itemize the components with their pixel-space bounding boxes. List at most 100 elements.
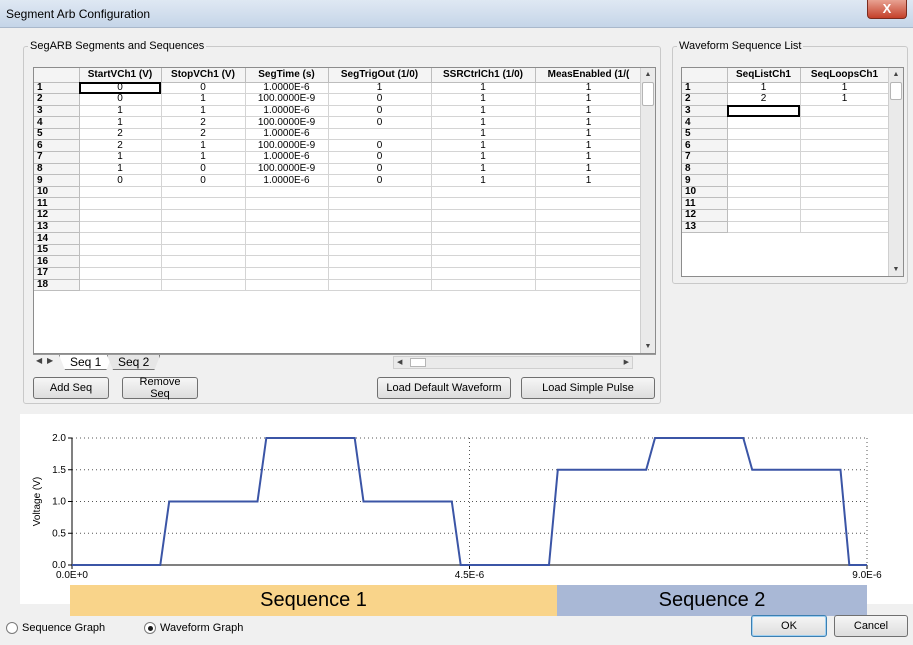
- hscroll-left-icon[interactable]: ◀: [397, 358, 402, 366]
- row-header[interactable]: 6: [34, 139, 80, 153]
- grid-cell[interactable]: [431, 197, 536, 211]
- grid-cell[interactable]: [535, 221, 643, 234]
- grid-cell[interactable]: [328, 186, 432, 199]
- grid-cell[interactable]: [328, 221, 432, 234]
- tabs-scroll-left-icon[interactable]: ◀: [36, 356, 42, 365]
- grid-cell[interactable]: [245, 197, 329, 211]
- grid-cell[interactable]: 1: [800, 82, 890, 95]
- grid-cell[interactable]: [161, 197, 246, 211]
- grid-cell[interactable]: [535, 186, 643, 199]
- grid-cell[interactable]: 2: [727, 93, 801, 106]
- grid-cell[interactable]: [245, 209, 329, 222]
- grid-cell[interactable]: [535, 209, 643, 222]
- hscroll-right-icon[interactable]: ▶: [624, 358, 629, 366]
- grid-cell[interactable]: 1: [535, 139, 643, 153]
- row-header[interactable]: 4: [682, 116, 728, 129]
- grid-cell[interactable]: 1: [328, 82, 432, 95]
- grid-cell[interactable]: 0: [161, 174, 246, 187]
- grid-cell[interactable]: [161, 221, 246, 234]
- grid-cell[interactable]: 2: [79, 128, 162, 141]
- sequence-list-scrollbar[interactable]: ▲ ▼: [888, 68, 903, 276]
- grid-cell[interactable]: [727, 128, 801, 141]
- grid-cell[interactable]: 100.0000E-9: [245, 116, 329, 129]
- grid-cell[interactable]: 1.0000E-6: [245, 151, 329, 164]
- grid-cell[interactable]: [431, 267, 536, 280]
- sequence-list-grid[interactable]: SeqListCh1 SeqLoopsCh1 1 1 1 2 2 1 3 4 5 6 7 8 9 10 11 1…: [681, 67, 904, 277]
- grid-cell[interactable]: [79, 209, 162, 222]
- column-header[interactable]: SeqListCh1: [727, 68, 801, 83]
- grid-cell[interactable]: 0: [161, 163, 246, 176]
- grid-cell[interactable]: 1.0000E-6: [245, 128, 329, 141]
- grid-cell[interactable]: [328, 244, 432, 257]
- grid-cell[interactable]: [800, 186, 890, 199]
- row-header[interactable]: 12: [682, 209, 728, 222]
- tab-seq-1[interactable]: Seq 1: [59, 355, 112, 370]
- grid-cell[interactable]: 1: [79, 116, 162, 129]
- grid-cell[interactable]: 1: [79, 105, 162, 118]
- grid-cell[interactable]: [800, 105, 890, 118]
- row-header[interactable]: 17: [34, 267, 80, 280]
- row-header[interactable]: 5: [34, 128, 80, 141]
- grid-cell[interactable]: [328, 279, 432, 292]
- grid-cell[interactable]: [79, 267, 162, 280]
- grid-cell[interactable]: 1: [79, 163, 162, 176]
- row-header[interactable]: 7: [34, 151, 80, 164]
- grid-cell[interactable]: 0: [79, 93, 162, 106]
- grid-cell[interactable]: 1: [431, 82, 536, 95]
- grid-cell[interactable]: [79, 221, 162, 234]
- grid-cell[interactable]: [328, 209, 432, 222]
- grid-cell[interactable]: 100.0000E-9: [245, 163, 329, 176]
- grid-cell[interactable]: 1: [431, 105, 536, 118]
- grid-cell[interactable]: 0: [328, 139, 432, 153]
- grid-cell[interactable]: 0: [328, 116, 432, 129]
- grid-cell[interactable]: 0: [79, 174, 162, 187]
- grid-cell[interactable]: 0: [328, 174, 432, 187]
- row-header[interactable]: 14: [34, 232, 80, 245]
- grid-cell[interactable]: [245, 186, 329, 199]
- column-header[interactable]: SegTrigOut (1/0): [328, 68, 432, 83]
- grid-cell[interactable]: 1: [800, 93, 890, 106]
- grid-cell[interactable]: [431, 255, 536, 268]
- grid-cell[interactable]: [245, 244, 329, 257]
- grid-cell[interactable]: 1: [535, 105, 643, 118]
- grid-cell[interactable]: 1: [431, 151, 536, 164]
- grid-cell[interactable]: [535, 232, 643, 245]
- grid-cell[interactable]: [535, 244, 643, 257]
- column-header[interactable]: SSRCtrlCh1 (1/0): [431, 68, 536, 83]
- grid-cell[interactable]: [727, 139, 801, 153]
- grid-cell[interactable]: [535, 279, 643, 292]
- tabs-scroll-right-icon[interactable]: ▶: [47, 356, 53, 365]
- grid-cell[interactable]: 0: [79, 82, 162, 95]
- grid-cell[interactable]: 1.0000E-6: [245, 105, 329, 118]
- grid-cell[interactable]: 1.0000E-6: [245, 174, 329, 187]
- grid-cell[interactable]: [431, 186, 536, 199]
- load-simple-pulse-button[interactable]: Load Simple Pulse: [521, 377, 655, 399]
- grid-cell[interactable]: 0: [161, 82, 246, 95]
- grid-cell[interactable]: [245, 267, 329, 280]
- grid-cell[interactable]: 1: [431, 93, 536, 106]
- grid-cell[interactable]: 1: [535, 93, 643, 106]
- grid-cell[interactable]: [727, 151, 801, 164]
- grid-cell[interactable]: [727, 186, 801, 199]
- row-header[interactable]: 12: [34, 209, 80, 222]
- grid-cell[interactable]: [535, 267, 643, 280]
- row-header[interactable]: 18: [34, 279, 80, 292]
- grid-cell[interactable]: 1: [535, 116, 643, 129]
- grid-cell[interactable]: [79, 232, 162, 245]
- row-header[interactable]: 8: [682, 163, 728, 176]
- grid-cell[interactable]: [161, 244, 246, 257]
- grid-cell[interactable]: 1: [535, 128, 643, 141]
- grid-cell[interactable]: [328, 232, 432, 245]
- grid-cell[interactable]: [727, 209, 801, 222]
- grid-cell[interactable]: 1: [535, 174, 643, 187]
- row-header[interactable]: 3: [34, 105, 80, 118]
- column-header[interactable]: SeqLoopsCh1: [800, 68, 890, 83]
- row-header[interactable]: 10: [682, 186, 728, 199]
- row-header[interactable]: 9: [34, 174, 80, 187]
- scroll-up-icon[interactable]: ▲: [641, 68, 655, 81]
- grid-cell[interactable]: [161, 255, 246, 268]
- hscroll-thumb[interactable]: [410, 358, 426, 367]
- grid-cell[interactable]: 1: [535, 82, 643, 95]
- grid-cell[interactable]: [79, 244, 162, 257]
- row-header[interactable]: 2: [34, 93, 80, 106]
